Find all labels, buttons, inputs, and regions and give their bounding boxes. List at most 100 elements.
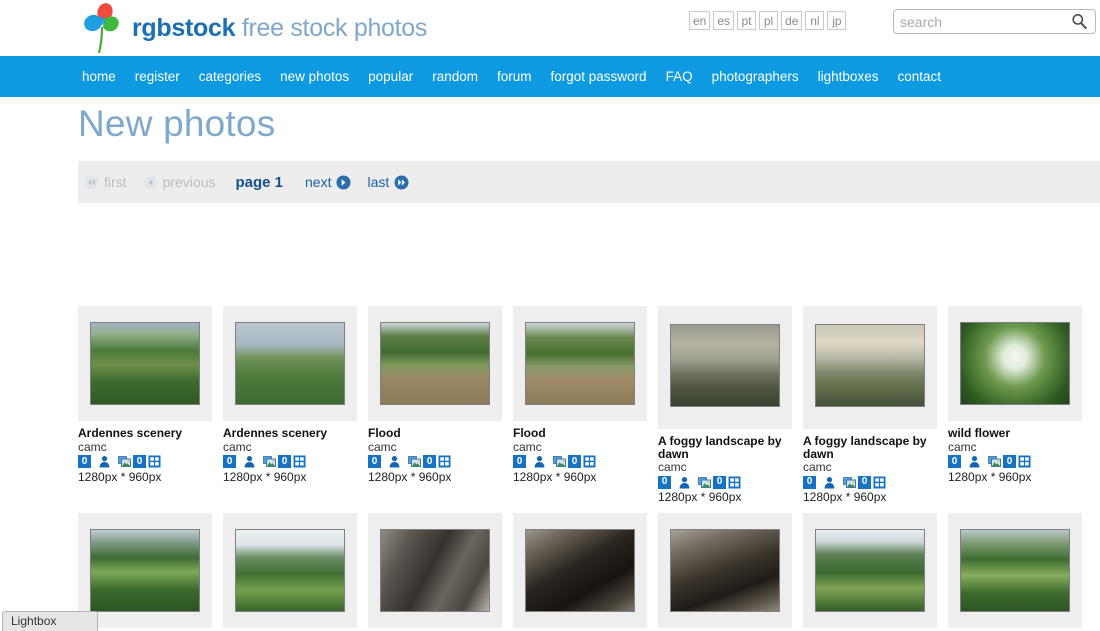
- grid-icon: [728, 476, 741, 488]
- download-count-badge: 0: [1003, 455, 1016, 468]
- grid-icon: [438, 455, 451, 468]
- language-button-en[interactable]: en: [689, 11, 711, 30]
- nav-item-home[interactable]: home: [82, 56, 116, 97]
- user-icon: [679, 476, 690, 488]
- photo-thumbnail[interactable]: [815, 324, 925, 407]
- page-title: New photos: [78, 103, 276, 144]
- photo-title[interactable]: Ardennes scenery: [223, 427, 357, 440]
- photo-thumbnail[interactable]: [90, 322, 200, 405]
- user-icon: [389, 456, 400, 468]
- nav-item-register[interactable]: register: [135, 56, 180, 97]
- nav-item-contact[interactable]: contact: [897, 56, 941, 97]
- photo-thumbnail[interactable]: [235, 322, 345, 405]
- language-button-nl[interactable]: nl: [805, 11, 825, 30]
- search-icon[interactable]: [1071, 13, 1088, 30]
- photo-title[interactable]: wild flower: [948, 427, 1082, 440]
- photo-thumbnail[interactable]: [670, 324, 780, 407]
- photo-thumbnail-box[interactable]: [223, 513, 357, 628]
- photo-thumbnail[interactable]: [90, 529, 200, 612]
- photo-author[interactable]: camc: [223, 440, 357, 454]
- search-input[interactable]: [894, 10, 1066, 33]
- language-button-pl[interactable]: pl: [759, 11, 779, 30]
- download-count-badge: 0: [713, 475, 726, 489]
- photo-author[interactable]: camc: [78, 440, 212, 454]
- photo-author[interactable]: camc: [513, 440, 647, 454]
- photo-thumbnail[interactable]: [525, 529, 635, 612]
- photo-card: [368, 513, 502, 628]
- pagination-last[interactable]: last: [367, 174, 409, 190]
- photo-title[interactable]: Flood: [368, 427, 502, 440]
- photo-thumbnail-box[interactable]: [513, 513, 647, 628]
- comment-count-badge: 0: [803, 475, 816, 489]
- photo-thumbnail-box[interactable]: [658, 513, 792, 628]
- photo-stats: 00: [803, 475, 937, 489]
- photo-card: A foggy landscape by dawn camc 0 0 1280px * …: [658, 306, 792, 504]
- photo-title[interactable]: A foggy landscape by dawn: [658, 435, 792, 460]
- photo-card: [513, 513, 647, 628]
- grid-icon: [583, 455, 596, 468]
- double-arrow-right-icon[interactable]: [394, 175, 409, 190]
- photo-dimensions: 1280px * 960px: [223, 469, 307, 484]
- photo-thumbnail[interactable]: [960, 322, 1070, 405]
- photo-thumbnail-box[interactable]: [948, 306, 1082, 421]
- photo-thumbnail-box[interactable]: [78, 513, 212, 628]
- photo-thumbnail-box[interactable]: [948, 513, 1082, 628]
- search-box[interactable]: [893, 9, 1096, 34]
- photo-thumbnail-box[interactable]: [658, 306, 792, 429]
- photo-thumbnail[interactable]: [815, 529, 925, 612]
- photo-thumbnail[interactable]: [380, 529, 490, 612]
- language-button-jp[interactable]: jp: [827, 11, 847, 30]
- photo-meta: Flood camc 0 0 1280px * 960px: [513, 421, 647, 484]
- language-button-es[interactable]: es: [713, 11, 735, 30]
- grid-icon: [148, 455, 161, 468]
- comment-count-badge: 0: [78, 455, 91, 468]
- photo-thumbnail-box[interactable]: [803, 513, 937, 628]
- photo-title[interactable]: A foggy landscape by dawn: [803, 435, 937, 460]
- photo-grid-row-2: [78, 513, 1100, 628]
- photo-thumbnail-box[interactable]: [368, 513, 502, 628]
- arrow-right-icon[interactable]: [336, 175, 351, 190]
- photo-author[interactable]: camc: [368, 440, 502, 454]
- pagination-next-label[interactable]: next: [305, 174, 331, 190]
- nav-item-new-photos[interactable]: new photos: [280, 56, 349, 97]
- photo-thumbnail[interactable]: [380, 322, 490, 405]
- photo-thumbnail[interactable]: [670, 529, 780, 612]
- photo-thumbnail-box[interactable]: [513, 306, 647, 421]
- photo-author[interactable]: camc: [658, 460, 792, 474]
- nav-item-photographers[interactable]: photographers: [712, 56, 799, 97]
- photo-thumbnail[interactable]: [960, 529, 1070, 612]
- photo-thumbnail-box[interactable]: [223, 306, 357, 421]
- lightbox-tab[interactable]: Lightbox: [2, 611, 98, 631]
- language-button-de[interactable]: de: [781, 11, 803, 30]
- photo-author[interactable]: camc: [948, 440, 1082, 454]
- language-selector[interactable]: en es pt pl de nl jp: [689, 11, 847, 30]
- user-icon: [824, 476, 835, 488]
- nav-item-popular[interactable]: popular: [368, 56, 413, 97]
- nav-item-random[interactable]: random: [432, 56, 478, 97]
- photo-thumbnail-box[interactable]: [368, 306, 502, 421]
- photo-title[interactable]: Ardennes scenery: [78, 427, 212, 440]
- photo-author[interactable]: camc: [803, 460, 937, 474]
- site-logo[interactable]: rgbstock free stock photos: [80, 2, 427, 54]
- photo-thumbnail-box[interactable]: [803, 306, 937, 429]
- photo-card: [223, 513, 357, 628]
- language-button-pt[interactable]: pt: [737, 11, 757, 30]
- pagination-bar: first previous page 1 next last: [78, 161, 1100, 203]
- nav-item-lightboxes[interactable]: lightboxes: [818, 56, 879, 97]
- nav-item-faq[interactable]: FAQ: [666, 56, 693, 97]
- photo-thumbnail[interactable]: [235, 529, 345, 612]
- nav-item-forum[interactable]: forum: [497, 56, 532, 97]
- photo-stack-icon: [843, 476, 856, 488]
- nav-item-forgot-password[interactable]: forgot password: [551, 56, 647, 97]
- logo-tagline: free stock photos: [235, 13, 428, 42]
- photo-stack-icon: [698, 476, 711, 488]
- logo-brand: rgbstock: [132, 13, 236, 42]
- photo-thumbnail-box[interactable]: [78, 306, 212, 421]
- pagination-next[interactable]: next: [305, 174, 351, 190]
- nav-item-categories[interactable]: categories: [199, 56, 261, 97]
- photo-meta: A foggy landscape by dawn camc 0 0 1280px * …: [658, 429, 792, 504]
- pagination-last-label[interactable]: last: [367, 174, 389, 190]
- comment-count-badge: 0: [368, 455, 381, 468]
- photo-title[interactable]: Flood: [513, 427, 647, 440]
- photo-thumbnail[interactable]: [525, 322, 635, 405]
